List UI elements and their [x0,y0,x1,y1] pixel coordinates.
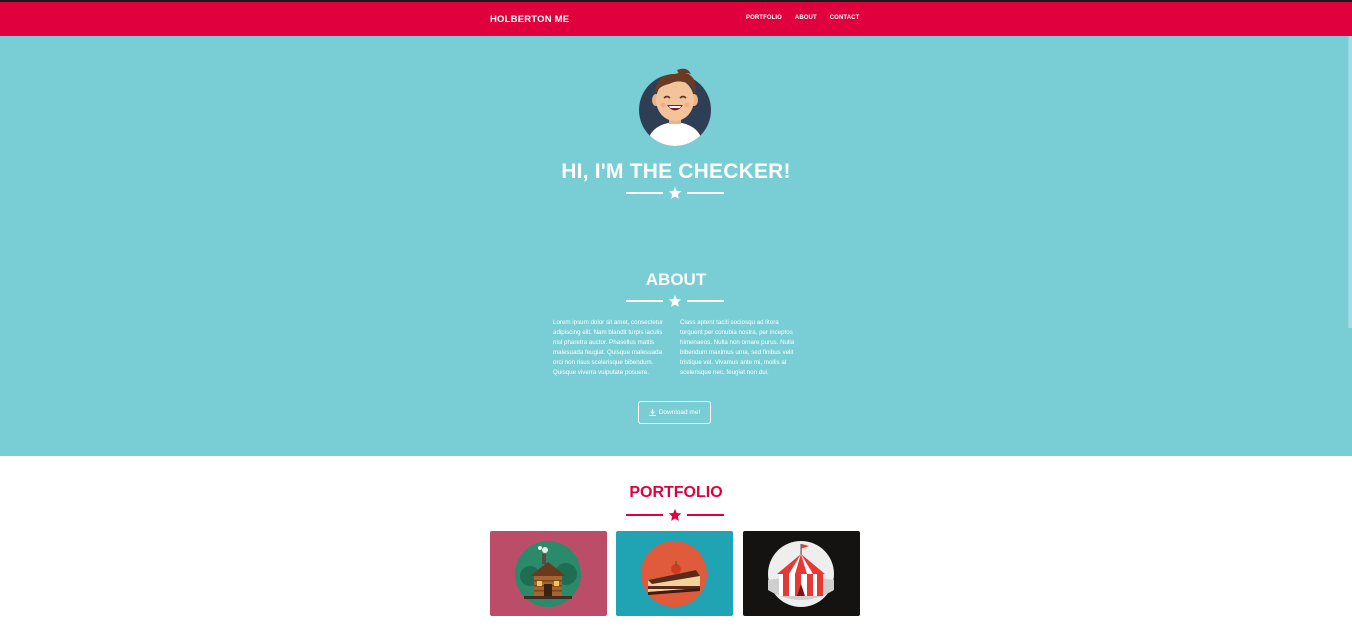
circus-tent-icon [768,541,834,607]
cake-icon [641,541,707,607]
divider-line [687,192,724,194]
divider-line [626,514,663,516]
divider-line [687,514,724,516]
divider-line [626,300,663,302]
download-icon [649,409,656,416]
about-title: ABOUT [645,270,707,289]
portfolio-item-circus[interactable] [743,531,860,616]
star-icon [668,186,682,199]
hero-title: HI, I'M THE CHECKER! [561,160,791,183]
avatar-icon [639,64,711,146]
hero-section: HI, I'M THE CHECKER! ABOUT Lorem ipsum d… [0,36,1352,456]
download-button[interactable]: Download me! [638,401,711,424]
nav-link-contact[interactable]: CONTACT [830,15,860,21]
portfolio-item-cabin[interactable] [490,531,607,616]
about-text-left: Lorem ipsum dolor sit amet, consectetur … [553,319,664,376]
brand-link[interactable]: HOLBERTON ME [490,14,569,25]
nav-links: PORTFOLIO ABOUT CONTACT [746,15,859,21]
portfolio-title: PORTFOLIO [629,484,723,501]
divider-line [687,300,724,302]
hero-divider [626,186,724,200]
about-divider [626,294,724,308]
divider-line [626,192,663,194]
star-icon [668,508,682,521]
cabin-icon [515,541,581,607]
nav-link-portfolio[interactable]: PORTFOLIO [746,15,782,21]
download-label: Download me! [658,409,701,416]
star-icon [668,294,682,307]
navbar: HOLBERTON ME PORTFOLIO ABOUT CONTACT [0,2,1352,36]
about-text-right: Class aptent taciti sociosqu ad litora t… [680,319,795,376]
scrollbar[interactable] [1348,36,1352,328]
portfolio-item-cake[interactable] [616,531,733,616]
nav-link-about[interactable]: ABOUT [795,15,817,21]
portfolio-divider [626,508,724,522]
